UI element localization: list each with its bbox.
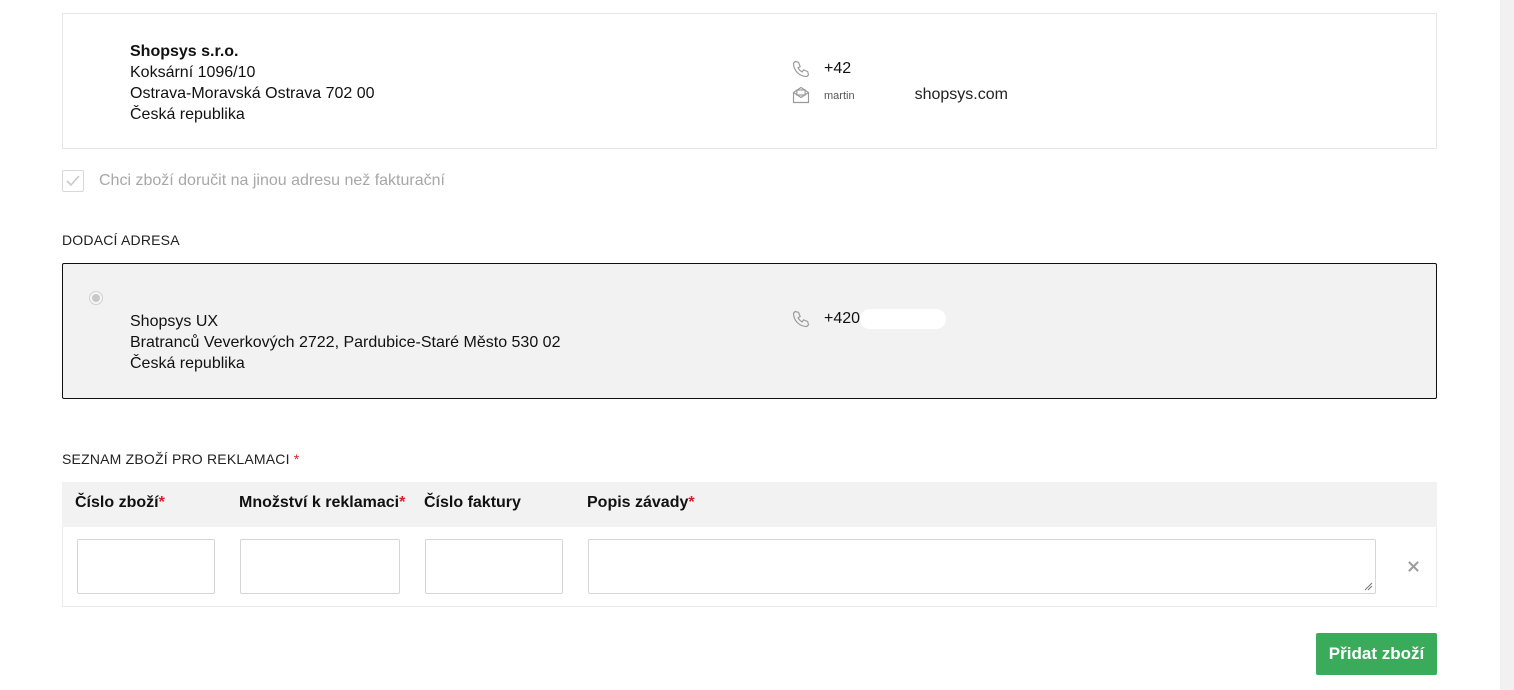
scrollbar-track[interactable] <box>1500 0 1514 690</box>
billing-contact: +42 martin shopsys.com <box>790 57 1008 107</box>
billing-name: Shopsys s.r.o. <box>130 43 239 60</box>
table-row <box>62 527 1437 607</box>
different-address-checkbox[interactable] <box>62 170 84 192</box>
billing-street: Koksární 1096/10 <box>130 64 256 81</box>
different-address-option[interactable]: Chci zboží doručit na jinou adresu než f… <box>62 170 445 192</box>
delivery-address-radio[interactable] <box>89 291 103 305</box>
column-product-number: Číslo zboží* <box>75 494 165 511</box>
delivery-address-card[interactable]: Shopsys UX Bratranců Veverkových 2722, P… <box>62 263 1437 399</box>
delivery-street-city: Bratranců Veverkových 2722, Pardubice-St… <box>130 334 561 351</box>
close-icon[interactable] <box>1402 555 1424 577</box>
phone-icon <box>790 308 812 330</box>
billing-phone: +42 <box>824 60 852 77</box>
column-invoice-number: Číslo faktury <box>424 494 521 511</box>
delivery-contact: +420 <box>790 307 947 331</box>
delivery-country: Česká republika <box>130 355 245 372</box>
delivery-phone: +420 <box>824 310 861 327</box>
column-quantity: Množství k reklamaci* <box>239 494 406 511</box>
billing-country: Česká republika <box>130 106 245 123</box>
column-description: Popis závady* <box>587 494 695 511</box>
delivery-address: Shopsys UX Bratranců Veverkových 2722, P… <box>130 311 560 374</box>
quantity-input[interactable] <box>240 539 400 594</box>
checkmark-icon <box>66 175 80 187</box>
resize-grip-icon[interactable] <box>1363 581 1373 591</box>
invoice-number-input[interactable] <box>425 539 563 594</box>
billing-address-card: Shopsys s.r.o. Koksární 1096/10 Ostrava-… <box>62 13 1437 149</box>
billing-city: Ostrava-Moravská Ostrava 702 00 <box>130 85 375 102</box>
envelope-icon <box>790 84 812 106</box>
description-textarea[interactable] <box>588 539 1376 594</box>
delivery-section-label: DODACÍ ADRESA <box>62 232 180 248</box>
add-item-button[interactable]: Přidat zboží <box>1316 633 1437 675</box>
delivery-name: Shopsys UX <box>130 313 219 330</box>
phone-icon <box>790 58 812 80</box>
items-table: Číslo zboží* Množství k reklamaci* Číslo… <box>62 482 1437 607</box>
items-section-label: SEZNAM ZBOŽÍ PRO REKLAMACI * <box>62 451 300 467</box>
billing-address: Shopsys s.r.o. Koksární 1096/10 Ostrava-… <box>130 41 375 125</box>
items-table-header: Číslo zboží* Množství k reklamaci* Číslo… <box>62 482 1437 527</box>
different-address-label: Chci zboží doručit na jinou adresu než f… <box>99 172 445 189</box>
product-number-input[interactable] <box>77 539 215 594</box>
billing-email: martin shopsys.com <box>824 85 1008 105</box>
